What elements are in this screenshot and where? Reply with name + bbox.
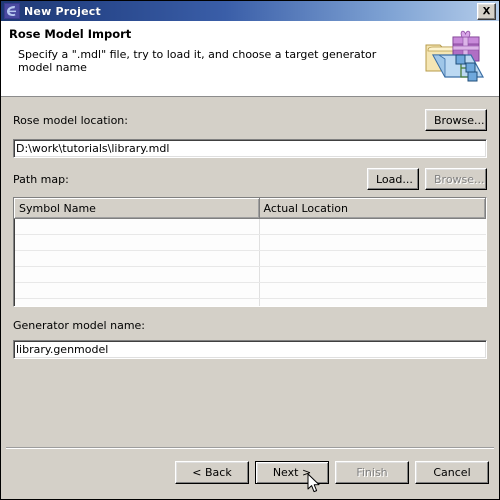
finish-button: Finish xyxy=(335,461,409,484)
rose-model-location-input[interactable] xyxy=(13,139,487,158)
table-head: Symbol Name Actual Location xyxy=(14,198,486,219)
table-cell[interactable] xyxy=(14,218,260,235)
table-cell[interactable] xyxy=(259,282,486,299)
table-cell[interactable] xyxy=(259,298,486,306)
rose-model-input-wrap xyxy=(13,139,487,158)
dialog-body: Rose model location: Browse... Path map:… xyxy=(1,97,499,447)
table-row[interactable] xyxy=(14,298,486,306)
new-project-dialog: New Project Rose Model Import Specify a … xyxy=(0,0,500,500)
table-cell[interactable] xyxy=(14,234,260,251)
path-map-row: Path map: Load... Browse... xyxy=(13,168,487,190)
table-cell[interactable] xyxy=(14,266,260,283)
window-title: New Project xyxy=(24,4,101,18)
table-cell[interactable] xyxy=(259,250,486,267)
table-header-row: Symbol Name Actual Location xyxy=(14,198,486,219)
column-header-symbol-name[interactable]: Symbol Name xyxy=(14,198,260,219)
column-header-actual-location[interactable]: Actual Location xyxy=(258,198,486,219)
wizard-header: Rose Model Import Specify a ".mdl" file,… xyxy=(1,21,499,97)
footer-button-group: < Back Next > Finish Cancel xyxy=(175,461,489,484)
table-row[interactable] xyxy=(14,266,486,283)
table-cell[interactable] xyxy=(14,298,260,306)
close-icon xyxy=(482,6,491,14)
path-map-grid: Symbol Name Actual Location xyxy=(14,198,486,306)
generator-input-wrap xyxy=(13,340,487,359)
browse-path-map-button: Browse... xyxy=(425,168,487,190)
table-row[interactable] xyxy=(14,282,486,299)
table-cell[interactable] xyxy=(14,250,260,267)
path-map-buttons: Load... Browse... xyxy=(367,168,487,190)
path-map-label: Path map: xyxy=(13,172,69,186)
table-cell[interactable] xyxy=(259,218,486,235)
eclipse-project-icon xyxy=(4,3,20,19)
footer-separator xyxy=(6,447,494,449)
browse-rose-model-button[interactable]: Browse... xyxy=(425,109,487,131)
next-button[interactable]: Next > xyxy=(255,461,329,484)
wizard-header-text: Rose Model Import Specify a ".mdl" file,… xyxy=(1,21,409,74)
path-map-table[interactable]: Symbol Name Actual Location xyxy=(13,197,487,307)
close-button[interactable] xyxy=(477,2,496,20)
generator-model-row: Generator model name: xyxy=(13,319,487,332)
rose-model-row: Rose model location: Browse... xyxy=(13,109,487,131)
table-cell[interactable] xyxy=(259,234,486,251)
table-cell[interactable] xyxy=(259,266,486,283)
new-project-folder-gift-icon xyxy=(409,25,493,89)
page-title: Rose Model Import xyxy=(9,27,132,41)
table-body xyxy=(14,218,486,306)
table-cell[interactable] xyxy=(14,282,260,299)
page-description: Specify a ".mdl" file, try to load it, a… xyxy=(18,48,377,74)
back-button[interactable]: < Back xyxy=(175,461,249,484)
generator-model-name-input[interactable] xyxy=(13,340,487,359)
table-row[interactable] xyxy=(14,234,486,251)
generator-model-name-label: Generator model name: xyxy=(13,319,146,332)
cancel-button[interactable]: Cancel xyxy=(415,461,489,484)
title-bar: New Project xyxy=(1,1,499,21)
rose-model-location-label: Rose model location: xyxy=(13,113,128,127)
table-row[interactable] xyxy=(14,250,486,267)
table-row[interactable] xyxy=(14,218,486,235)
dialog-footer: < Back Next > Finish Cancel xyxy=(1,447,499,499)
load-button[interactable]: Load... xyxy=(367,168,419,190)
